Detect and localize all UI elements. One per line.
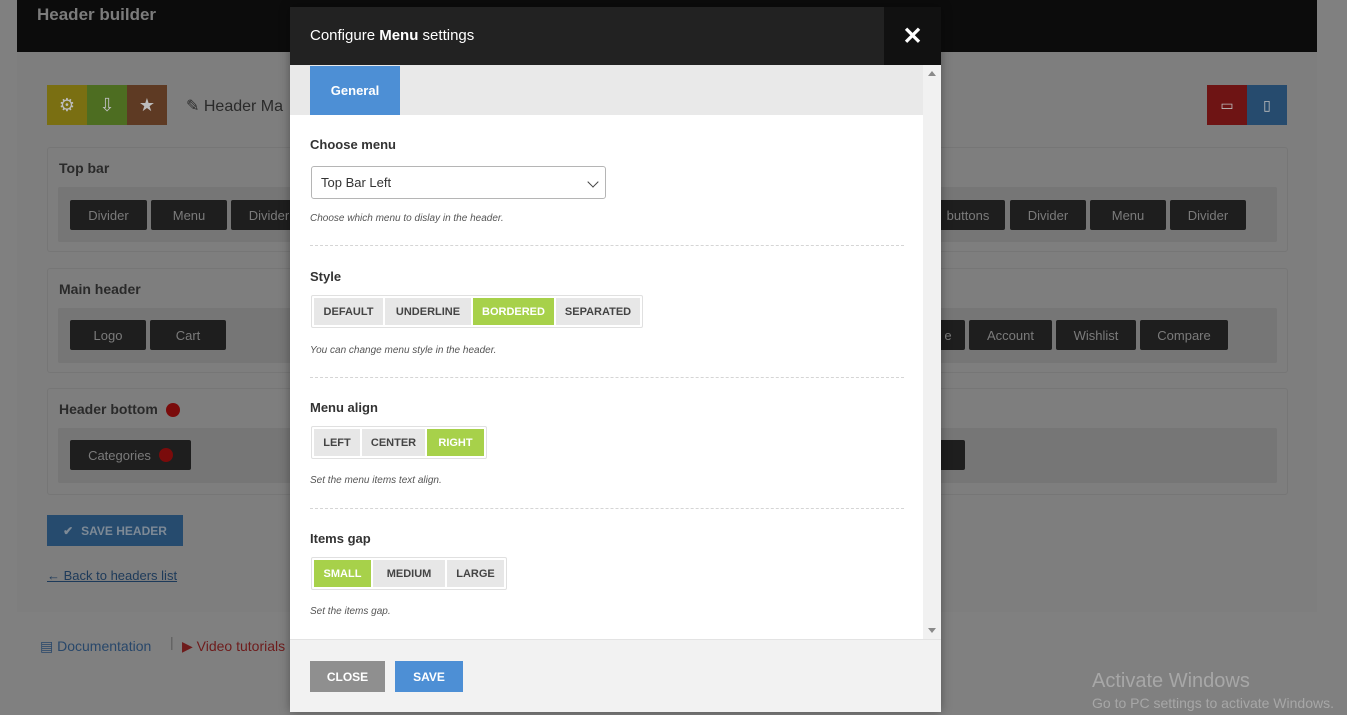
- windows-activation-subtitle: Go to PC settings to activate Windows.: [1092, 695, 1334, 711]
- items-gap-button-group: SMALL MEDIUM LARGE: [311, 557, 507, 590]
- chip-divider[interactable]: Divider: [1010, 200, 1086, 230]
- chip-menu[interactable]: Menu: [151, 200, 227, 230]
- divider: [310, 377, 904, 378]
- field-help: You can change menu style in the header.: [310, 345, 497, 356]
- desktop-view-icon[interactable]: ▭: [1207, 85, 1247, 125]
- modal-body: General Choose menu Top Bar Left Choose …: [290, 65, 941, 639]
- field-menu-align: Menu align LEFT CENTER RIGHT Set the men…: [310, 400, 904, 510]
- chip-menu[interactable]: Menu: [1090, 200, 1166, 230]
- chevron-down-icon: [587, 176, 599, 188]
- gap-option-large[interactable]: LARGE: [447, 560, 504, 587]
- warning-dot-icon: [158, 448, 173, 462]
- mobile-view-icon[interactable]: ▯: [1247, 85, 1287, 125]
- chip-categories[interactable]: Categories: [70, 440, 191, 470]
- save-header-button[interactable]: ✔ SAVE HEADER: [47, 515, 183, 546]
- close-button[interactable]: CLOSE: [310, 661, 385, 692]
- field-label: Style: [310, 269, 342, 284]
- field-items-gap: Items gap SMALL MEDIUM LARGE Set the ite…: [310, 531, 904, 631]
- footer-separator: |: [170, 634, 174, 650]
- style-option-bordered[interactable]: BORDERED: [473, 298, 554, 325]
- check-icon: ✔: [63, 523, 74, 538]
- menu-select[interactable]: Top Bar Left: [311, 166, 606, 199]
- field-label: Items gap: [310, 531, 371, 546]
- style-option-default[interactable]: DEFAULT: [314, 298, 383, 325]
- divider: [310, 508, 904, 509]
- play-icon: ▶: [182, 638, 197, 654]
- chip-divider[interactable]: Divider: [1170, 200, 1246, 230]
- menu-select-value: Top Bar Left: [321, 175, 392, 190]
- chip-compare[interactable]: Compare: [1140, 320, 1228, 350]
- video-tutorials-link[interactable]: ▶ Video tutorials: [182, 638, 285, 655]
- align-option-right[interactable]: RIGHT: [427, 429, 484, 456]
- chip-logo[interactable]: Logo: [70, 320, 146, 350]
- document-icon: ▤: [40, 638, 58, 654]
- field-label: Choose menu: [310, 137, 396, 152]
- scroll-up-arrow-icon[interactable]: [928, 71, 936, 76]
- field-label: Menu align: [310, 400, 378, 415]
- field-help: Choose which menu to dislay in the heade…: [310, 213, 504, 224]
- chip-account[interactable]: Account: [969, 320, 1052, 350]
- field-choose-menu: Choose menu Top Bar Left Choose which me…: [310, 137, 904, 247]
- chip-buttons[interactable]: buttons: [931, 200, 1005, 230]
- windows-activation-title: Activate Windows: [1092, 670, 1250, 692]
- chip-wishlist[interactable]: Wishlist: [1056, 320, 1136, 350]
- scroll-down-arrow-icon[interactable]: [928, 628, 936, 633]
- field-style: Style DEFAULT UNDERLINE BORDERED SEPARAT…: [310, 269, 904, 379]
- pencil-icon: ✎: [186, 98, 204, 115]
- tab-general[interactable]: General: [310, 66, 400, 115]
- field-help: Set the items gap.: [310, 606, 391, 617]
- save-button[interactable]: SAVE: [395, 661, 463, 692]
- close-icon[interactable]: ✕: [884, 7, 941, 65]
- menu-settings-modal: Configure Menu settings ✕ General Choose…: [290, 7, 941, 712]
- style-option-separated[interactable]: SEPARATED: [556, 298, 640, 325]
- field-help: Set the menu items text align.: [310, 475, 442, 486]
- divider: [310, 245, 904, 246]
- warning-dot-icon: [165, 403, 180, 418]
- section-title: Top bar: [59, 160, 110, 176]
- documentation-link[interactable]: ▤ Documentation: [40, 638, 151, 655]
- modal-scrollbar[interactable]: [923, 65, 941, 639]
- menu-align-button-group: LEFT CENTER RIGHT: [311, 426, 487, 459]
- align-option-center[interactable]: CENTER: [362, 429, 425, 456]
- star-icon[interactable]: ★: [127, 85, 167, 125]
- section-title: Header bottom: [59, 401, 180, 418]
- header-name[interactable]: ✎ Header Ma: [186, 96, 283, 116]
- modal-title: Configure Menu settings: [310, 27, 475, 44]
- chip-cart[interactable]: Cart: [150, 320, 226, 350]
- back-to-headers-link[interactable]: ← Back to headers list: [47, 568, 177, 583]
- style-button-group: DEFAULT UNDERLINE BORDERED SEPARATED: [311, 295, 643, 328]
- gap-option-medium[interactable]: MEDIUM: [373, 560, 445, 587]
- style-option-underline[interactable]: UNDERLINE: [385, 298, 471, 325]
- page-title: Header builder: [37, 5, 157, 24]
- import-icon[interactable]: ⇩: [87, 85, 127, 125]
- align-option-left[interactable]: LEFT: [314, 429, 360, 456]
- settings-gear-icon[interactable]: ⚙: [47, 85, 87, 125]
- tab-bar: General: [290, 65, 923, 115]
- modal-header: Configure Menu settings ✕: [290, 7, 941, 65]
- section-title: Main header: [59, 281, 141, 297]
- gap-option-small[interactable]: SMALL: [314, 560, 371, 587]
- chip-divider[interactable]: Divider: [70, 200, 147, 230]
- modal-footer: CLOSE SAVE: [290, 639, 941, 712]
